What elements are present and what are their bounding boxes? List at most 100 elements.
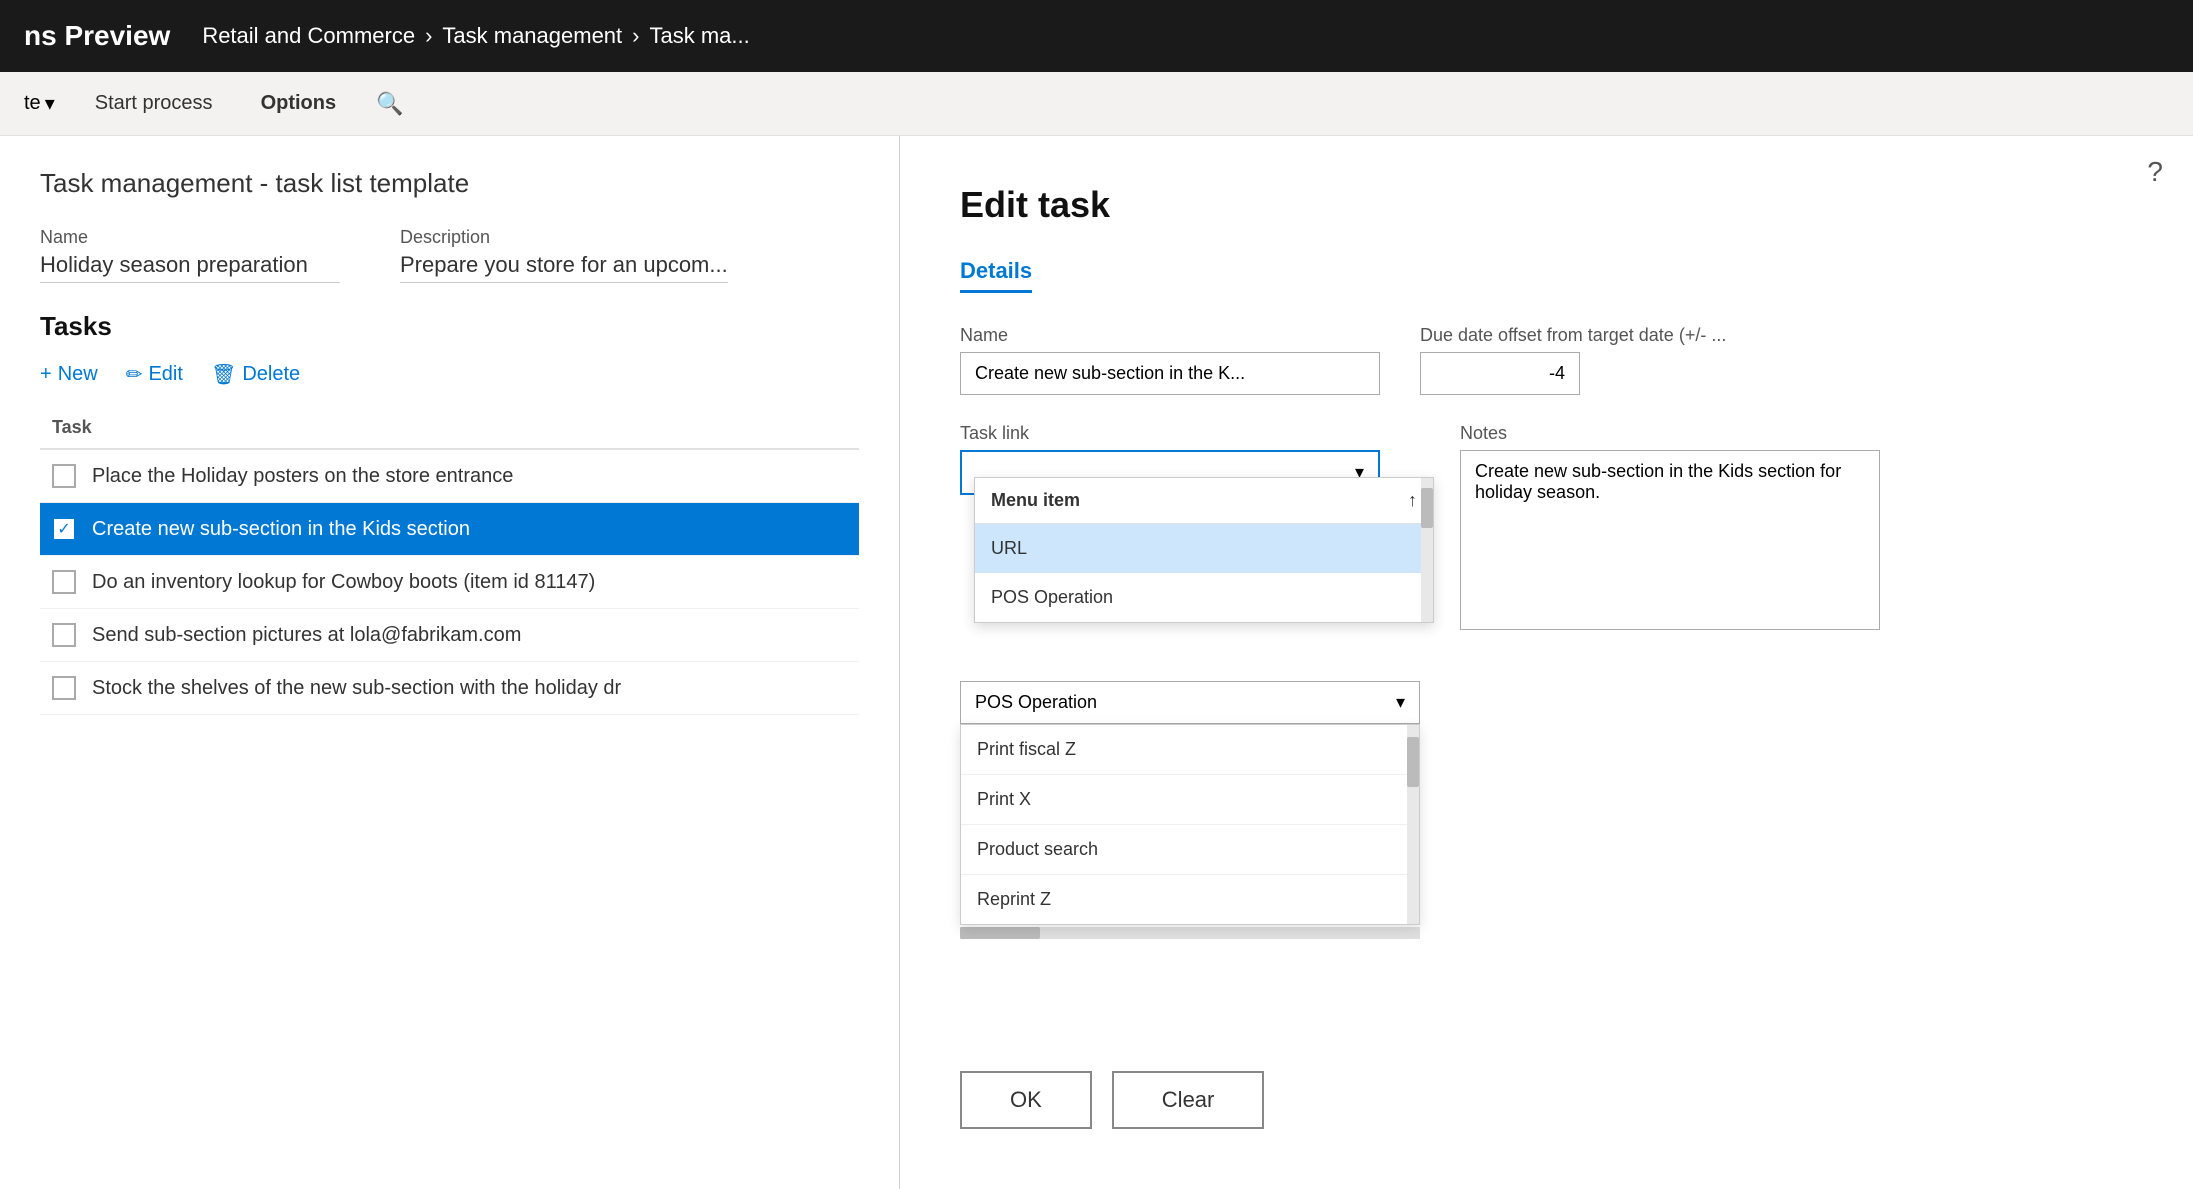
app-title: ns Preview — [24, 20, 170, 52]
pos-ops-scrollbar — [1407, 725, 1419, 924]
new-task-icon: + — [40, 363, 52, 386]
list-item[interactable]: Print X — [961, 775, 1419, 825]
delete-task-btn[interactable]: 🗑 Delete — [211, 362, 300, 387]
name-value: Holiday season preparation — [40, 252, 340, 283]
name-label: Name — [40, 227, 340, 248]
task-label-1: Place the Holiday posters on the store e… — [92, 465, 513, 488]
task-list: Task Place the Holiday posters on the st… — [40, 407, 859, 715]
pos-ops-hscrollbar — [960, 927, 1420, 939]
list-item[interactable]: Print fiscal Z — [961, 725, 1419, 775]
table-row[interactable]: Do an inventory lookup for Cowboy boots … — [40, 556, 859, 609]
task-label-3: Do an inventory lookup for Cowboy boots … — [92, 571, 595, 594]
update-dropdown-btn[interactable]: te ▾ — [24, 91, 55, 116]
top-nav: ns Preview Retail and Commerce › Task ma… — [0, 0, 2193, 72]
new-task-btn[interactable]: + New — [40, 363, 98, 386]
link-type-dropdown: Menu item ↑ URL POS Operation — [974, 477, 1434, 623]
due-date-label: Due date offset from target date (+/- ..… — [1420, 325, 1726, 346]
edit-label: Edit — [148, 363, 182, 386]
notes-textarea[interactable]: Create new sub-section in the Kids secti… — [1460, 450, 1880, 630]
breadcrumb-task-mgmt[interactable]: Task management — [442, 23, 622, 49]
due-date-group: Due date offset from target date (+/- ..… — [1420, 325, 1726, 395]
breadcrumb-sep-1: › — [425, 23, 432, 49]
help-icon[interactable]: ? — [2147, 156, 2163, 188]
edit-task-btn[interactable]: ✏ Edit — [126, 362, 183, 387]
left-panel: Task management - task list template Nam… — [0, 136, 900, 1189]
edit-icon: ✏ — [126, 362, 143, 387]
task-link-label: Task link — [960, 423, 1420, 444]
name-group: Name Holiday season preparation — [40, 227, 340, 283]
menu-item-header-label: Menu item — [991, 490, 1080, 511]
tasks-title: Tasks — [40, 311, 859, 342]
tasklink-notes-row: Task link ▾ Menu item ↑ URL — [960, 423, 2133, 939]
pos-operation-value: POS Operation — [975, 692, 1097, 713]
task-name-label: Name — [960, 325, 1380, 346]
task-checkbox-4[interactable] — [52, 623, 76, 647]
pos-ops-hscroll-thumb — [960, 927, 1040, 939]
new-task-label: New — [58, 363, 98, 386]
task-col-label: Task — [52, 417, 92, 438]
task-checkbox-1[interactable] — [52, 464, 76, 488]
up-arrow-icon: ↑ — [1408, 490, 1417, 511]
list-item[interactable]: Reprint Z — [961, 875, 1419, 924]
task-checkbox-5[interactable] — [52, 676, 76, 700]
desc-group: Description Prepare you store for an upc… — [400, 227, 728, 283]
page-title: Task management - task list template — [40, 168, 859, 199]
tasks-toolbar: + New ✏ Edit 🗑 Delete — [40, 362, 859, 387]
tasks-section: Tasks + New ✏ Edit 🗑 Delete Task — [40, 311, 859, 715]
task-label-2: Create new sub-section in the Kids secti… — [92, 518, 470, 541]
pos-op-label: POS Operation — [991, 587, 1113, 607]
options-btn[interactable]: Options — [253, 88, 345, 119]
notes-label: Notes — [1460, 423, 1880, 444]
link-type-url[interactable]: URL — [975, 524, 1433, 573]
notes-group: Notes Create new sub-section in the Kids… — [1460, 423, 1880, 630]
task-checkbox-2[interactable]: ✓ — [52, 517, 76, 541]
link-type-scroll-thumb — [1421, 488, 1433, 528]
breadcrumb-sep-2: › — [632, 23, 639, 49]
delete-label: Delete — [242, 363, 300, 386]
table-row[interactable]: Send sub-section pictures at lola@fabrik… — [40, 609, 859, 662]
edit-task-dialog: ? Edit task Details Name Due date offset… — [900, 136, 2193, 1189]
pos-ops-scroll-thumb — [1407, 737, 1419, 787]
clear-button[interactable]: Clear — [1112, 1071, 1265, 1129]
breadcrumb-task-ma[interactable]: Task ma... — [649, 23, 749, 49]
task-link-group: Task link ▾ Menu item ↑ URL — [960, 423, 1420, 939]
task-name-input[interactable] — [960, 352, 1380, 395]
update-label: te — [24, 92, 41, 115]
task-checkbox-3[interactable] — [52, 570, 76, 594]
url-label: URL — [991, 538, 1027, 558]
link-type-list: Menu item ↑ URL POS Operation — [975, 478, 1433, 622]
name-desc-row: Name Holiday season preparation Descript… — [40, 227, 859, 283]
edit-task-title: Edit task — [960, 184, 2133, 226]
desc-value: Prepare you store for an upcom... — [400, 252, 728, 283]
link-type-header: Menu item ↑ — [975, 478, 1433, 524]
pos-operation-dropdown[interactable]: POS Operation ▾ — [960, 681, 1420, 724]
task-label-5: Stock the shelves of the new sub-section… — [92, 677, 621, 700]
pos-operation-outer: POS Operation ▾ Print fiscal Z Print X P… — [960, 681, 1420, 939]
task-name-group: Name — [960, 325, 1380, 395]
table-row[interactable]: Place the Holiday posters on the store e… — [40, 450, 859, 503]
pos-op-chevron-icon: ▾ — [1396, 692, 1405, 713]
start-process-btn[interactable]: Start process — [87, 88, 221, 119]
breadcrumb: Retail and Commerce › Task management › … — [202, 23, 749, 49]
action-bar: te ▾ Start process Options 🔍 — [0, 72, 2193, 136]
search-icon: 🔍 — [376, 91, 403, 116]
ok-button[interactable]: OK — [960, 1071, 1092, 1129]
list-item[interactable]: Product search — [961, 825, 1419, 875]
link-type-pos-op[interactable]: POS Operation — [975, 573, 1433, 622]
pos-operations-list: Print fiscal Z Print X Product search Re… — [960, 724, 1420, 925]
search-icon-btn[interactable]: 🔍 — [376, 91, 403, 117]
name-duedate-row: Name Due date offset from target date (+… — [960, 325, 2133, 395]
main-layout: Task management - task list template Nam… — [0, 136, 2193, 1189]
breadcrumb-retail[interactable]: Retail and Commerce — [202, 23, 415, 49]
delete-icon: 🗑 — [211, 362, 236, 387]
dialog-footer: OK Clear — [960, 1071, 1264, 1129]
table-row[interactable]: ✓ Create new sub-section in the Kids sec… — [40, 503, 859, 556]
table-row[interactable]: Stock the shelves of the new sub-section… — [40, 662, 859, 715]
checkmark-icon-2: ✓ — [57, 519, 70, 539]
desc-label: Description — [400, 227, 728, 248]
update-chevron-icon: ▾ — [45, 91, 55, 116]
due-date-input[interactable] — [1420, 352, 1580, 395]
task-list-header: Task — [40, 407, 859, 450]
details-tab[interactable]: Details — [960, 258, 1032, 293]
task-label-4: Send sub-section pictures at lola@fabrik… — [92, 624, 521, 647]
